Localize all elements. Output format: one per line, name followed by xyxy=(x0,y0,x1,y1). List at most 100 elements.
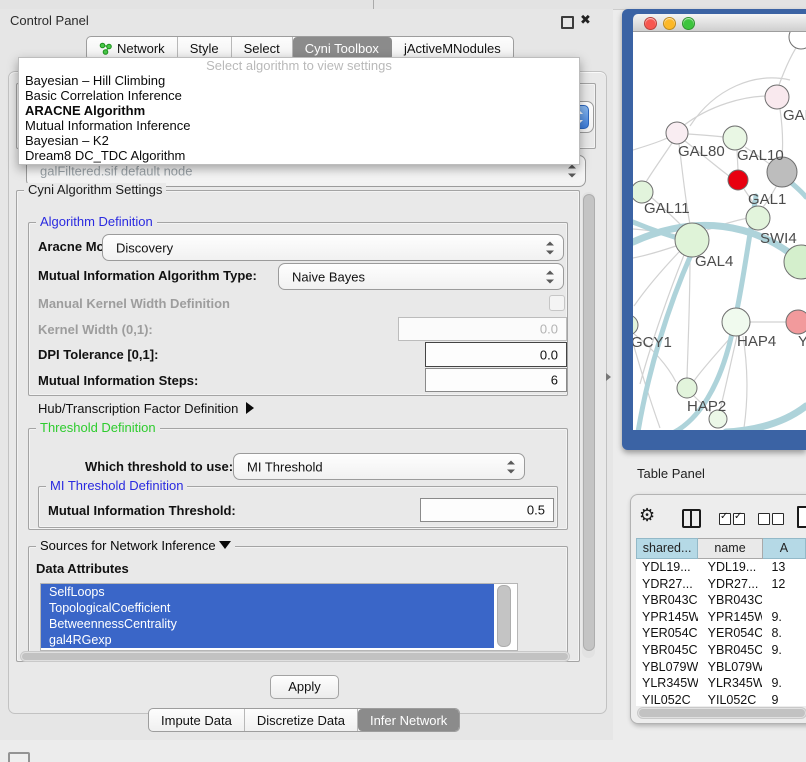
network-node-label: GAL1 xyxy=(748,191,786,208)
network-edge[interactable] xyxy=(688,134,724,137)
dock-panel-icon[interactable] xyxy=(8,752,30,762)
tab-impute-data[interactable]: Impute Data xyxy=(149,709,245,731)
table-row[interactable]: YDR27...YDR27...12 xyxy=(636,576,806,593)
network-node[interactable] xyxy=(633,315,638,335)
algorithm-option-dream8-dc-tdc-algorithm[interactable]: Dream8 DC_TDC Algorithm xyxy=(19,148,579,163)
network-edge[interactable] xyxy=(633,246,676,258)
network-node[interactable] xyxy=(765,85,789,109)
expand-right-icon[interactable] xyxy=(246,402,254,414)
network-node[interactable] xyxy=(789,32,806,49)
dpi-tolerance-input[interactable]: 0.0 xyxy=(425,342,567,367)
aracne-mode-combo[interactable]: Discovery xyxy=(102,234,564,261)
table-cell xyxy=(762,592,806,609)
network-edge-highlighted[interactable] xyxy=(726,406,806,430)
network-node[interactable] xyxy=(786,310,806,334)
attribute-item-gal4rgexp[interactable]: gal4RGexp xyxy=(41,632,494,648)
select-all-checkbox-icon[interactable] xyxy=(719,513,731,525)
table-row[interactable]: YPR145WYPR145W9. xyxy=(636,609,806,626)
table-row[interactable]: YIL052CYIL052C9 xyxy=(636,692,806,706)
mac-zoom-button[interactable] xyxy=(682,17,695,30)
settings-scrollbar-thumb[interactable] xyxy=(583,194,595,651)
table-cell: 13 xyxy=(762,559,806,576)
kernel-width-input[interactable]: 0.0 xyxy=(398,317,567,341)
cyni-mode-tabs: Impute DataDiscretize DataInfer Network xyxy=(148,708,460,732)
splitter-arrow-icon[interactable] xyxy=(606,373,611,381)
list-vertical-scrollbar[interactable] xyxy=(497,585,511,647)
hub-definition-toggle[interactable]: Hub/Transcription Factor Definition xyxy=(38,401,254,416)
mi-algorithm-type-combo[interactable]: Naive Bayes xyxy=(278,263,564,290)
which-threshold-combo[interactable]: MI Threshold xyxy=(233,453,525,480)
table-cell: YPR145W xyxy=(698,609,763,626)
table-cell: YBL079W xyxy=(698,659,763,676)
table-horizontal-scrollbar[interactable] xyxy=(637,707,806,719)
deselect-all-checkbox-icon[interactable] xyxy=(758,513,770,525)
attribute-item-selfloops[interactable]: SelfLoops xyxy=(41,584,494,600)
attribute-item-betweennesscentrality[interactable]: BetweennessCentrality xyxy=(41,616,494,632)
algorithm-option-bayesian-k2[interactable]: Bayesian – K2 xyxy=(19,133,579,148)
combo-spinner-icon xyxy=(546,270,554,283)
aracne-mode-value: Discovery xyxy=(116,240,173,255)
tab-label: Cyni Toolbox xyxy=(305,41,379,56)
float-window-icon[interactable] xyxy=(561,16,574,29)
attribute-item-topologicalcoefficient[interactable]: TopologicalCoefficient xyxy=(41,600,494,616)
table-cell: YER054C xyxy=(698,625,763,642)
mac-close-button[interactable] xyxy=(644,17,657,30)
settings-scrollbar-track[interactable] xyxy=(582,192,595,658)
network-graph[interactable]: GALGAL80GAL10GAL11GAL1SWI4GAL4GCY1HAP4YH… xyxy=(633,32,806,430)
network-node[interactable] xyxy=(728,170,748,190)
collapse-down-icon[interactable] xyxy=(219,541,231,549)
network-edge[interactable] xyxy=(646,143,672,182)
network-window-titlebar[interactable] xyxy=(633,14,806,32)
table-cell: YIL052C xyxy=(636,692,698,706)
algorithm-option-bayesian-hill-climbing[interactable]: Bayesian – Hill Climbing xyxy=(19,73,579,88)
algorithm-prompt: Select algorithm to view settings xyxy=(19,58,579,73)
mi-threshold-input[interactable]: 0.5 xyxy=(420,498,554,522)
table-row[interactable]: YBL079WYBL079W xyxy=(636,659,806,676)
sources-group-title[interactable]: Sources for Network Inference xyxy=(36,539,235,553)
network-edge[interactable] xyxy=(683,96,768,126)
algorithm-option-mutual-information-inference[interactable]: Mutual Information Inference xyxy=(19,118,579,133)
network-node[interactable] xyxy=(677,378,697,398)
tab-discretize-data[interactable]: Discretize Data xyxy=(245,709,358,731)
select-all-checkbox-icon-2[interactable] xyxy=(733,513,745,525)
combo-spinner-icon xyxy=(568,165,576,178)
table-row[interactable]: YDL19...YDL19...13 xyxy=(636,559,806,576)
table-row[interactable]: YER054CYER054C8. xyxy=(636,625,806,642)
network-node[interactable] xyxy=(675,223,709,257)
deselect-all-checkbox-icon-2[interactable] xyxy=(772,513,784,525)
mi-steps-label: Mutual Information Steps: xyxy=(38,373,198,388)
table-row[interactable]: YBR045CYBR045C9. xyxy=(636,642,806,659)
network-node[interactable] xyxy=(746,206,770,230)
columns-icon[interactable] xyxy=(682,509,701,528)
algorithm-option-aracne-algorithm[interactable]: ARACNE Algorithm xyxy=(19,103,579,118)
mi-steps-value: 6 xyxy=(551,373,558,388)
close-icon[interactable]: ✖ xyxy=(580,12,591,28)
network-table-combo-value: galFiltered.sif default node xyxy=(40,164,192,179)
export-table-icon[interactable] xyxy=(797,506,806,528)
column-header-name[interactable]: name xyxy=(698,538,763,559)
settings-horizontal-scrollbar[interactable] xyxy=(20,651,570,662)
column-header-a[interactable]: A xyxy=(763,538,806,559)
table-row[interactable]: YLR345WYLR345W9. xyxy=(636,675,806,692)
combo-spinner-icon xyxy=(507,460,515,473)
data-attributes-label: Data Attributes xyxy=(36,561,129,576)
network-node[interactable] xyxy=(722,308,750,336)
column-header-shared[interactable]: shared... xyxy=(636,538,698,559)
table-row[interactable]: YBR043CYBR043C xyxy=(636,592,806,609)
network-edge[interactable] xyxy=(640,255,684,384)
network-node[interactable] xyxy=(666,122,688,144)
data-attributes-list[interactable]: SelfLoopsTopologicalCoefficientBetweenne… xyxy=(40,583,518,651)
tab-infer-network[interactable]: Infer Network xyxy=(358,709,459,731)
table-cell: YDR27... xyxy=(698,576,763,593)
network-canvas[interactable]: GALGAL80GAL10GAL11GAL1SWI4GAL4GCY1HAP4YH… xyxy=(633,32,806,430)
table-cell: YBR043C xyxy=(636,592,698,609)
algorithm-option-basic-correlation-inference[interactable]: Basic Correlation Inference xyxy=(19,88,579,103)
gear-icon[interactable]: ⚙ xyxy=(639,505,655,526)
control-panel-title: Control Panel xyxy=(10,13,89,28)
network-node-label: GAL80 xyxy=(678,143,725,160)
mac-minimize-button[interactable] xyxy=(663,17,676,30)
mi-steps-input[interactable]: 6 xyxy=(425,368,567,392)
manual-kernel-width-checkbox[interactable] xyxy=(549,295,565,311)
network-edge[interactable] xyxy=(687,257,690,378)
apply-button[interactable]: Apply xyxy=(270,675,339,699)
